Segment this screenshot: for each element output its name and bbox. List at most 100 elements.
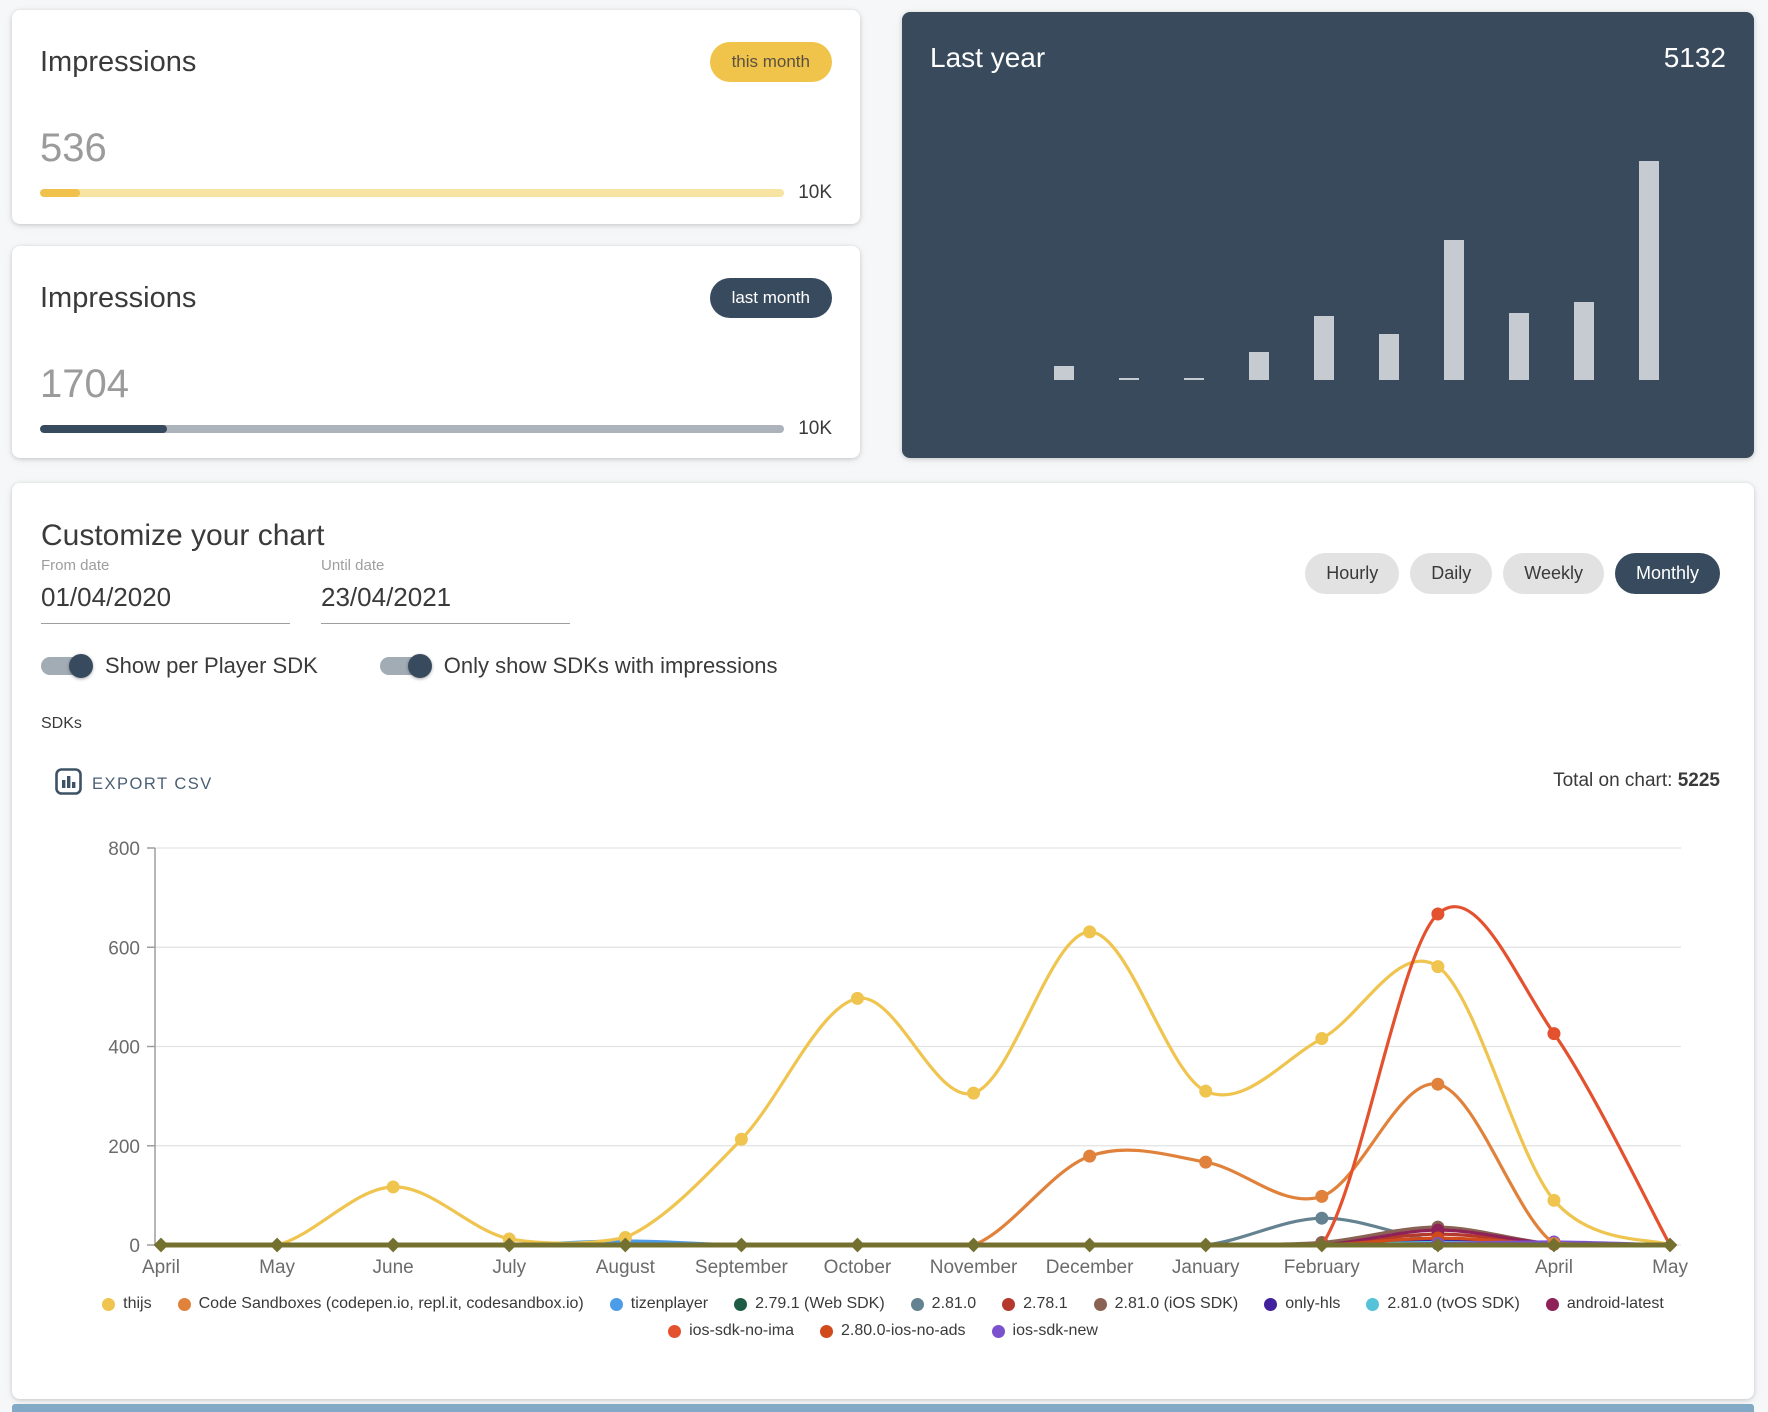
toggle-knob (408, 654, 432, 678)
chart-legend-row-1: thijs Code Sandboxes (codepen.io, repl.it… (12, 1295, 1754, 1313)
legend-label: 2.78.1 (1023, 1295, 1067, 1313)
svg-text:June: June (373, 1257, 414, 1278)
show-per-player-sdk-toggle[interactable] (41, 657, 91, 675)
legend-label: Code Sandboxes (codepen.io, repl.it, cod… (199, 1295, 584, 1313)
svg-text:September: September (695, 1257, 789, 1278)
dashboard-page: Impressions this month 536 10K Impressio… (0, 0, 1768, 1412)
until-date-group: Until date (321, 557, 570, 624)
toggles-row: Show per Player SDK Only show SDKs with … (41, 653, 778, 679)
svg-text:0: 0 (129, 1236, 140, 1257)
legend-item[interactable]: 2.81.0 (iOS SDK) (1094, 1295, 1239, 1313)
progress-max-label: 10K (798, 182, 832, 204)
svg-text:November: November (930, 1257, 1018, 1278)
total-on-chart-label: Total on chart: (1553, 770, 1672, 791)
legend-color-dot (1366, 1298, 1379, 1311)
svg-text:August: August (596, 1257, 656, 1278)
legend-label: 2.81.0 (iOS SDK) (1115, 1295, 1239, 1313)
svg-text:200: 200 (108, 1137, 140, 1158)
legend-item[interactable]: 2.80.0-ios-no-ads (820, 1322, 966, 1340)
legend-color-dot (668, 1325, 681, 1338)
from-date-group: From date (41, 557, 290, 624)
customize-chart-card: Customize your chart From date Until dat… (12, 483, 1754, 1399)
legend-item[interactable]: ios-sdk-no-ima (668, 1322, 794, 1340)
legend-color-dot (992, 1325, 1005, 1338)
export-csv-button[interactable]: EXPORT CSV (49, 767, 219, 801)
legend-label: thijs (123, 1295, 151, 1313)
last-year-bar-chart[interactable] (924, 158, 1714, 380)
legend-item[interactable]: 2.78.1 (1002, 1295, 1067, 1313)
card-title: Impressions (40, 282, 196, 315)
year-bar (1639, 161, 1659, 380)
granularity-monthly-button[interactable]: Monthly (1615, 553, 1720, 594)
legend-item[interactable]: thijs (102, 1295, 151, 1313)
sdks-label: SDKs (41, 715, 82, 733)
year-bar (1054, 366, 1074, 380)
legend-item[interactable]: 2.79.1 (Web SDK) (734, 1295, 885, 1313)
card-title: Impressions (40, 46, 196, 79)
year-bar (1379, 334, 1399, 380)
progress-row: 10K (40, 418, 832, 440)
legend-item[interactable]: 2.81.0 (tvOS SDK) (1366, 1295, 1520, 1313)
progress-fill (40, 189, 80, 197)
legend-item[interactable]: android-latest (1546, 1295, 1664, 1313)
only-sdks-with-impressions-toggle[interactable] (380, 657, 430, 675)
legend-color-dot (178, 1298, 191, 1311)
legend-item[interactable]: 2.81.0 (911, 1295, 976, 1313)
year-bar (1314, 316, 1334, 380)
only-sdks-with-impressions-label: Only show SDKs with impressions (444, 653, 778, 679)
svg-text:January: January (1172, 1257, 1240, 1278)
this-month-badge: this month (710, 42, 832, 82)
until-date-input[interactable] (321, 578, 570, 624)
legend-color-dot (1546, 1298, 1559, 1311)
progress-fill (40, 425, 167, 433)
granularity-switch: Hourly Daily Weekly Monthly (1305, 553, 1720, 594)
legend-item[interactable]: ios-sdk-new (992, 1322, 1098, 1340)
legend-label: 2.79.1 (Web SDK) (755, 1295, 885, 1313)
legend-color-dot (734, 1298, 747, 1311)
export-csv-label: EXPORT CSV (92, 775, 213, 794)
granularity-weekly-button[interactable]: Weekly (1503, 553, 1604, 594)
legend-item[interactable]: tizenplayer (610, 1295, 708, 1313)
sdk-impressions-line-chart[interactable]: 0200400600800AprilMayJuneJulyAugustSepte… (12, 823, 1754, 1293)
from-date-input[interactable] (41, 578, 290, 624)
svg-text:October: October (824, 1257, 892, 1278)
impressions-value: 1704 (40, 362, 129, 407)
legend-item[interactable]: Code Sandboxes (codepen.io, repl.it, cod… (178, 1295, 584, 1313)
x-axis-labels: AprilMayJuneJulyAugustSeptemberOctoberNo… (142, 1257, 1688, 1278)
svg-text:April: April (1535, 1257, 1573, 1278)
progress-row: 10K (40, 182, 832, 204)
legend-color-dot (102, 1298, 115, 1311)
svg-text:April: April (142, 1257, 180, 1278)
total-on-chart-value: 5225 (1678, 770, 1720, 791)
year-bar (1574, 302, 1594, 380)
legend-label: tizenplayer (631, 1295, 708, 1313)
year-bar (1444, 240, 1464, 380)
legend-color-dot (820, 1325, 833, 1338)
section-title: Customize your chart (41, 519, 324, 553)
series-ios-sdk-no-ima (161, 907, 1670, 1245)
bar-chart-icon (55, 768, 82, 800)
svg-text:May: May (259, 1257, 295, 1278)
granularity-daily-button[interactable]: Daily (1410, 553, 1492, 594)
legend-label: 2.80.0-ios-no-ads (841, 1322, 966, 1340)
legend-label: ios-sdk-new (1013, 1322, 1098, 1340)
legend-color-dot (610, 1298, 623, 1311)
chart-legend-row-2: ios-sdk-no-ima 2.80.0-ios-no-ads ios-sdk-n… (12, 1322, 1754, 1340)
svg-text:December: December (1046, 1257, 1134, 1278)
last-year-title: Last year (930, 42, 1045, 74)
legend-item[interactable]: only-hls (1264, 1295, 1340, 1313)
granularity-hourly-button[interactable]: Hourly (1305, 553, 1399, 594)
legend-label: only-hls (1285, 1295, 1340, 1313)
svg-text:May: May (1652, 1257, 1688, 1278)
until-date-label: Until date (321, 557, 570, 574)
legend-label: android-latest (1567, 1295, 1664, 1313)
svg-text:600: 600 (108, 938, 140, 959)
legend-color-dot (1094, 1298, 1107, 1311)
show-per-player-sdk-label: Show per Player SDK (105, 653, 318, 679)
last-month-badge: last month (710, 278, 832, 318)
svg-text:March: March (1411, 1257, 1464, 1278)
legend-color-dot (911, 1298, 924, 1311)
impressions-this-month-card: Impressions this month 536 10K (12, 10, 860, 224)
year-bar (1119, 378, 1139, 380)
svg-text:800: 800 (108, 839, 140, 860)
